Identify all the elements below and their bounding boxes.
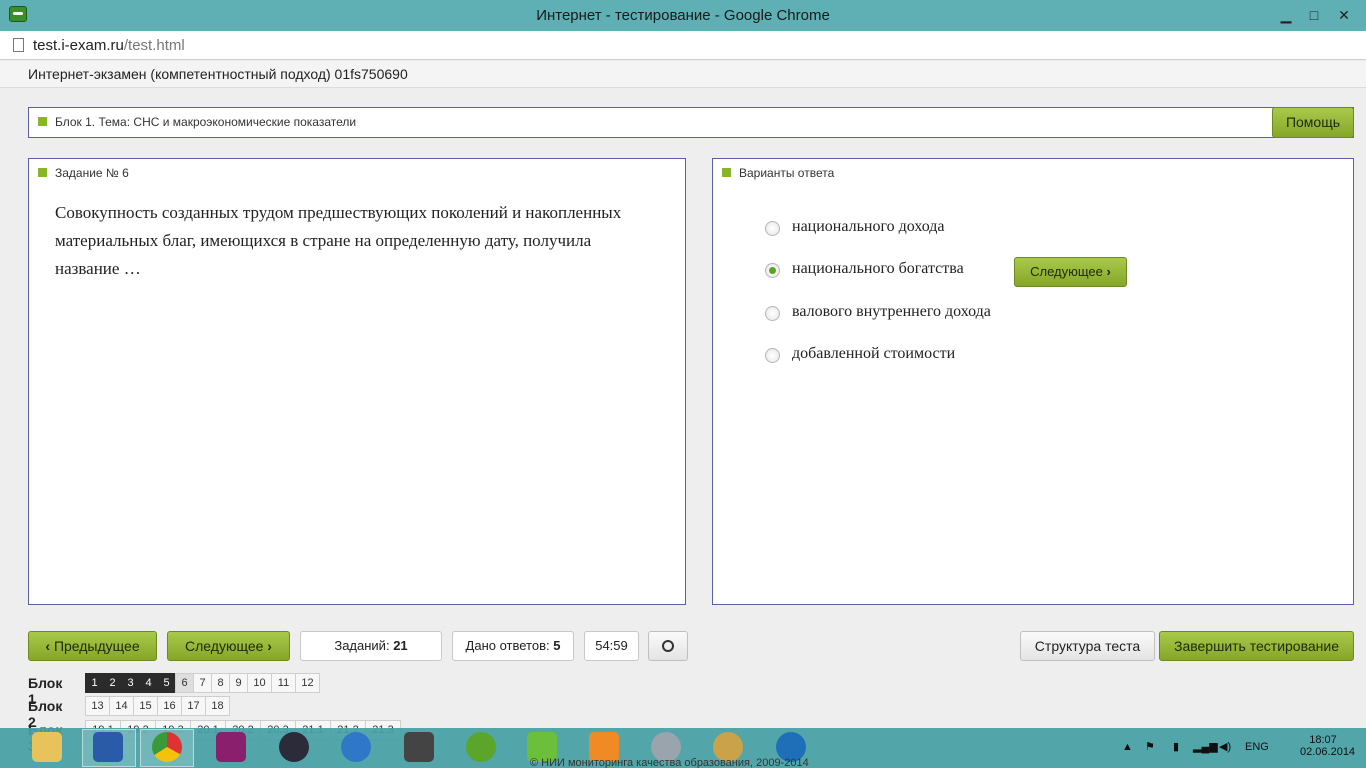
question-text: Совокупность созданных трудом предшеству… xyxy=(55,203,622,278)
next-label: Следующее xyxy=(185,638,264,654)
next-button[interactable]: Следующее › xyxy=(167,631,290,661)
test-structure-button[interactable]: Структура теста xyxy=(1020,631,1155,661)
answered-count: Дано ответов: 5 xyxy=(452,631,574,661)
task-cell[interactable]: 1 xyxy=(85,673,104,693)
block-topic: Блок 1. Тема: СНС и макроэкономические п… xyxy=(38,115,356,129)
tray-language[interactable]: ENG xyxy=(1245,741,1269,768)
exam-header: Интернет-экзамен (компетентностный подхо… xyxy=(0,61,1366,88)
tray-up-arrow-icon[interactable]: ▲ xyxy=(1122,741,1133,768)
task-cell[interactable]: 13 xyxy=(85,696,110,716)
page-icon xyxy=(13,38,24,52)
utorrent-icon[interactable] xyxy=(466,732,496,762)
timer: 54:59 xyxy=(584,631,639,661)
clock-icon xyxy=(662,640,674,652)
tray-network-icon[interactable]: ▂▄▆ xyxy=(1193,740,1218,768)
task-cell[interactable]: 10 xyxy=(247,673,272,693)
tray-volume-icon[interactable]: ◀) xyxy=(1219,740,1231,768)
question-number: Задание № 6 xyxy=(55,166,129,180)
media-player-icon[interactable] xyxy=(279,732,309,762)
url-text[interactable]: test.i-exam.ru/test.html xyxy=(33,37,185,54)
task-cell[interactable]: 15 xyxy=(133,696,158,716)
block-topic-panel: Блок 1. Тема: СНС и макроэкономические п… xyxy=(28,107,1354,138)
close-button[interactable]: ✕ xyxy=(1330,4,1358,26)
radio-button[interactable] xyxy=(765,348,780,363)
task-cell[interactable]: 17 xyxy=(181,696,206,716)
answer-label: национального дохода xyxy=(792,218,945,235)
video-editor-icon[interactable] xyxy=(404,732,434,762)
next-answer-button[interactable]: Следующее › xyxy=(1014,257,1127,287)
answer-label: валового внутреннего дохода xyxy=(792,303,991,320)
chrome-icon[interactable] xyxy=(152,732,182,762)
task-cell[interactable]: 12 xyxy=(295,673,320,693)
window-title: Интернет - тестирование - Google Chrome xyxy=(536,7,830,24)
tray-battery-icon[interactable]: ▮ xyxy=(1173,740,1179,768)
answer-label: добавленной стоимости xyxy=(792,345,956,362)
next-answer-label: Следующее xyxy=(1030,264,1103,279)
footer-copyright: © НИИ мониторинга качества образования, … xyxy=(530,757,809,768)
task-cell[interactable]: 5 xyxy=(157,673,176,693)
answered-count-value: 5 xyxy=(553,638,561,653)
block-nav-cells: 13 14 15 16 17 18 xyxy=(85,696,230,716)
chevron-right-icon: › xyxy=(1106,264,1111,279)
app-c-icon[interactable] xyxy=(216,732,246,762)
bullet-square-icon xyxy=(38,168,47,177)
radio-button-selected[interactable] xyxy=(765,263,780,278)
help-button[interactable]: Помощь xyxy=(1272,107,1354,138)
chevron-right-icon: › xyxy=(267,638,272,654)
itunes-icon[interactable] xyxy=(341,732,371,762)
bullet-square-icon xyxy=(722,168,731,177)
block-nav-cells: 1 2 3 4 5 6 7 8 9 10 11 12 xyxy=(85,673,320,693)
word-icon[interactable] xyxy=(93,732,123,762)
prev-button[interactable]: ‹ Предыдущее xyxy=(28,631,157,661)
answers-panel: Варианты ответа национального дохода нац… xyxy=(712,158,1354,605)
task-cell-current[interactable]: 6 xyxy=(175,673,194,693)
radio-button[interactable] xyxy=(765,221,780,236)
task-cell[interactable]: 11 xyxy=(271,673,296,693)
chevron-left-icon: ‹ xyxy=(45,638,51,654)
tray-time: 18:07 xyxy=(1309,734,1337,746)
task-cell[interactable]: 4 xyxy=(139,673,158,693)
question-header: Задание № 6 xyxy=(38,166,129,180)
question-panel: Задание № 6 Совокупность созданных трудо… xyxy=(28,158,686,605)
task-cell[interactable]: 16 xyxy=(157,696,182,716)
task-cell[interactable]: 7 xyxy=(193,673,212,693)
task-cell[interactable]: 2 xyxy=(103,673,122,693)
answers-header: Варианты ответа xyxy=(722,166,834,180)
minimize-button[interactable]: ▁ xyxy=(1272,4,1300,26)
file-explorer-icon[interactable] xyxy=(32,732,62,762)
task-cell[interactable]: 8 xyxy=(211,673,230,693)
block-topic-label: Блок 1. Тема: СНС и макроэкономические п… xyxy=(55,115,357,129)
answer-label: национального богатства xyxy=(792,260,964,277)
maximize-button[interactable]: □ xyxy=(1300,4,1328,26)
clock-button[interactable] xyxy=(648,631,688,661)
finish-test-button[interactable]: Завершить тестирование xyxy=(1159,631,1354,661)
tasks-count-value: 21 xyxy=(393,638,408,653)
task-cell[interactable]: 3 xyxy=(121,673,140,693)
window-titlebar: Интернет - тестирование - Google Chrome … xyxy=(0,0,1366,31)
bullet-square-icon xyxy=(38,117,47,126)
answers-label: Варианты ответа xyxy=(739,166,835,180)
prev-label: Предыдущее xyxy=(53,638,140,654)
url-path: /test.html xyxy=(123,37,185,54)
exam-title: Интернет-экзамен (компетентностный подхо… xyxy=(28,66,408,82)
tray-flag-icon[interactable]: ⚑ xyxy=(1145,740,1161,754)
url-host: test.i-exam.ru xyxy=(33,37,124,54)
answered-count-label: Дано ответов: xyxy=(465,638,550,653)
task-cell[interactable]: 9 xyxy=(229,673,248,693)
tray-date: 02.06.2014 xyxy=(1300,746,1356,758)
task-cell[interactable]: 14 xyxy=(109,696,134,716)
tray-clock[interactable]: 18:07 02.06.2014 xyxy=(1300,734,1356,768)
address-bar[interactable]: test.i-exam.ru/test.html xyxy=(0,31,1366,60)
task-cell[interactable]: 18 xyxy=(205,696,230,716)
tasks-count-label: Заданий: xyxy=(334,638,390,653)
tasks-count: Заданий: 21 xyxy=(300,631,442,661)
radio-button[interactable] xyxy=(765,306,780,321)
